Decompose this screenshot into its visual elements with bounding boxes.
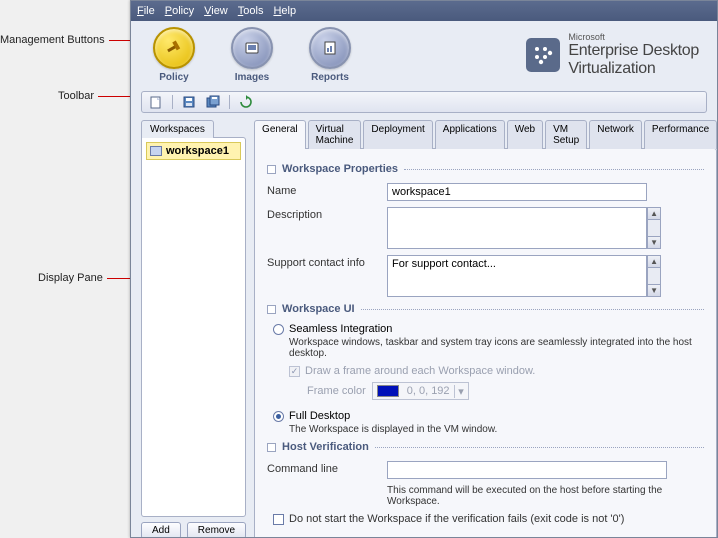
color-swatch-icon [377, 385, 399, 397]
toolbar-saveall-icon[interactable] [205, 94, 221, 110]
toolbar [141, 91, 707, 113]
frame-color-value: 0, 0, 192 [403, 385, 454, 397]
section-workspace-ui: Workspace UI [267, 303, 704, 315]
frame-color-picker: 0, 0, 192 ▾ [372, 382, 469, 400]
workspace-item-label: workspace1 [166, 145, 229, 157]
callout-toolbar: Toolbar [58, 90, 134, 102]
checkbox-draw-frame [289, 366, 300, 377]
brand-line1: Enterprise Desktop [568, 42, 699, 60]
tab-applications[interactable]: Applications [435, 120, 505, 149]
add-button[interactable]: Add [141, 522, 181, 538]
mgmt-images-label: Images [227, 72, 277, 83]
images-icon [231, 27, 273, 69]
mgmt-reports-button[interactable]: Reports [305, 27, 355, 83]
management-buttons: Policy Images Reports [149, 27, 355, 83]
app-window: File Policy View Tools Help Policy Image… [130, 0, 718, 538]
menubar: File Policy View Tools Help [131, 1, 717, 21]
scroll-down-icon[interactable]: ▼ [647, 284, 661, 297]
radio-full-desktop-label: Full Desktop [289, 410, 350, 422]
checkbox-dont-start-label: Do not start the Workspace if the verifi… [289, 513, 624, 525]
monitor-icon [150, 146, 162, 156]
name-label: Name [267, 183, 387, 197]
callout-management-buttons: Management Buttons [0, 34, 139, 46]
mgmt-policy-button[interactable]: Policy [149, 27, 199, 83]
reports-icon [309, 27, 351, 69]
callout-display-pane: Display Pane [38, 272, 137, 284]
description-textarea[interactable] [387, 207, 647, 249]
seamless-description: Workspace windows, taskbar and system tr… [289, 337, 704, 359]
workspaces-tab[interactable]: Workspaces [141, 120, 214, 138]
workspaces-list[interactable]: workspace1 [141, 137, 246, 517]
mgmt-reports-label: Reports [305, 72, 355, 83]
scroll-up-icon[interactable]: ▲ [647, 207, 661, 220]
command-line-note: This command will be executed on the hos… [387, 485, 704, 507]
workspaces-panel: Workspaces workspace1 Add Remove [141, 119, 246, 538]
name-input[interactable] [387, 183, 647, 201]
scrollbar[interactable]: ▲▼ [647, 255, 661, 297]
tab-web[interactable]: Web [507, 120, 543, 149]
scroll-up-icon[interactable]: ▲ [647, 255, 661, 268]
menu-help[interactable]: Help [273, 5, 296, 17]
brand: Microsoft Enterprise Desktop Virtualizat… [526, 32, 707, 78]
brand-logo-icon [526, 38, 560, 72]
toolbar-save-icon[interactable] [181, 94, 197, 110]
menu-view[interactable]: View [204, 5, 228, 17]
menu-tools[interactable]: Tools [238, 5, 264, 17]
tab-performance[interactable]: Performance [644, 120, 717, 149]
tabs: General Virtual Machine Deployment Appli… [254, 119, 717, 148]
remove-button[interactable]: Remove [187, 522, 246, 538]
section-workspace-properties: Workspace Properties [267, 163, 704, 175]
command-line-label: Command line [267, 461, 387, 475]
tab-deployment[interactable]: Deployment [363, 120, 432, 149]
checkbox-dont-start[interactable] [273, 514, 284, 525]
support-label: Support contact info [267, 255, 387, 269]
tab-virtual-machine[interactable]: Virtual Machine [308, 120, 362, 149]
tab-body-general: Workspace Properties Name Description ▲▼… [254, 148, 717, 538]
tab-network[interactable]: Network [589, 120, 642, 149]
menu-policy[interactable]: Policy [165, 5, 194, 17]
toolbar-new-icon[interactable] [148, 94, 164, 110]
radio-seamless-label: Seamless Integration [289, 323, 392, 335]
chevron-down-icon: ▾ [454, 385, 468, 398]
command-line-input[interactable] [387, 461, 667, 479]
section-host-verification: Host Verification [267, 441, 704, 453]
support-textarea[interactable] [387, 255, 647, 297]
scroll-down-icon[interactable]: ▼ [647, 236, 661, 249]
gavel-icon [153, 27, 195, 69]
mgmt-policy-label: Policy [149, 72, 199, 83]
brand-line2: Virtualization [568, 60, 699, 78]
mgmt-images-button[interactable]: Images [227, 27, 277, 83]
menu-file[interactable]: File [137, 5, 155, 17]
description-label: Description [267, 207, 387, 221]
full-desktop-description: The Workspace is displayed in the VM win… [289, 424, 704, 435]
toolbar-refresh-icon[interactable] [238, 94, 254, 110]
checkbox-draw-frame-label: Draw a frame around each Workspace windo… [305, 365, 535, 377]
radio-seamless[interactable] [273, 324, 284, 335]
tab-vm-setup[interactable]: VM Setup [545, 120, 587, 149]
tab-general[interactable]: General [254, 120, 306, 149]
workspace-item[interactable]: workspace1 [146, 142, 241, 160]
main-panel: General Virtual Machine Deployment Appli… [254, 119, 717, 538]
brand-company: Microsoft [568, 32, 699, 42]
radio-full-desktop[interactable] [273, 411, 284, 422]
scrollbar[interactable]: ▲▼ [647, 207, 661, 249]
frame-color-label: Frame color [307, 385, 366, 397]
